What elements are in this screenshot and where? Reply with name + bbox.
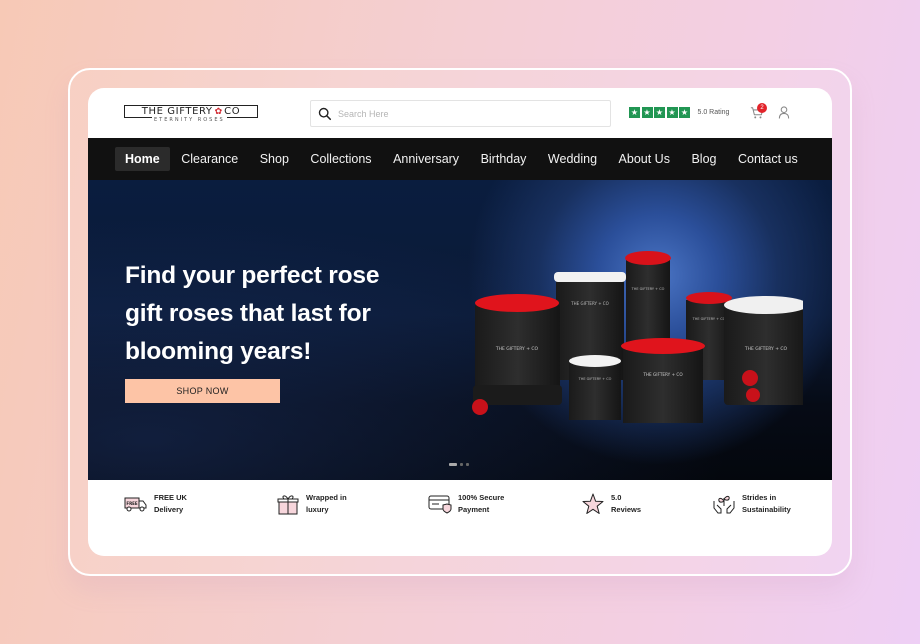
delivery-truck-icon: FREE [124, 497, 147, 512]
rose-gift-boxes-image: THE GIFTERY + CO THE GIFTERY + CO THE GI… [472, 251, 803, 423]
logo-tagline: ETERNITY ROSES [152, 117, 227, 123]
nav-item-contact-us[interactable]: Contact us [728, 147, 808, 171]
trustpilot-rating[interactable]: ★ ★ ★ ★ ★ 5.0 Rating [629, 107, 729, 118]
feature-line: Wrapped in [306, 493, 347, 502]
feature-line: FREE UK [154, 493, 187, 502]
feature-reviews: 5.0 Reviews [581, 492, 641, 516]
feature-free-delivery: FREE FREE UK Delivery [124, 492, 187, 516]
rating-star-icon: ★ [666, 107, 678, 118]
carousel-dots [449, 463, 469, 466]
hero-title-line: blooming years! [125, 338, 312, 365]
user-icon[interactable] [778, 106, 790, 119]
search-bar[interactable] [310, 100, 611, 127]
feature-line: 5.0 [611, 493, 622, 502]
svg-text:FREE: FREE [126, 501, 138, 506]
sustainability-hands-icon [713, 495, 735, 514]
star-icon [582, 493, 604, 514]
features-bar: FREE FREE UK Delivery Wrapped in luxury [88, 480, 832, 530]
rose [742, 370, 758, 386]
product-box: THE GIFTERY + CO [473, 294, 562, 405]
rating-star-icon: ★ [629, 107, 640, 118]
feature-line: luxury [306, 505, 329, 514]
nav-item-blog[interactable]: Blog [681, 147, 726, 171]
rating-star-icon: ★ [679, 107, 690, 118]
hero-title-line: Find your perfect rose [125, 262, 380, 289]
svg-text:THE GIFTERY + CO: THE GIFTERY + CO [631, 287, 665, 291]
nav-item-birthday[interactable]: Birthday [471, 147, 537, 171]
feature-line: Delivery [154, 505, 184, 514]
search-icon[interactable] [318, 107, 332, 121]
site-header: THE GIFTERY ✿ CO ETERNITY ROSES ★ ★ ★ ★ … [88, 88, 832, 138]
logo-rose-icon: ✿ [214, 106, 223, 116]
search-input[interactable] [338, 108, 598, 119]
nav-item-home[interactable]: Home [115, 147, 170, 171]
svg-text:THE GIFTERY + CO: THE GIFTERY + CO [744, 346, 788, 352]
svg-text:THE GIFTERY + CO: THE GIFTERY + CO [495, 346, 539, 352]
feature-line: Payment [458, 505, 490, 514]
webpage: THE GIFTERY ✿ CO ETERNITY ROSES ★ ★ ★ ★ … [88, 88, 832, 556]
feature-line: Strides in [742, 493, 777, 502]
rating-label: 5.0 Rating [697, 109, 730, 116]
feature-line: Reviews [611, 505, 642, 514]
feature-line: Sustainability [742, 505, 791, 514]
product-box: THE GIFTERY + CO [724, 296, 803, 405]
svg-text:THE GIFTERY + CO: THE GIFTERY + CO [642, 372, 683, 377]
svg-text:THE GIFTERY + CO: THE GIFTERY + CO [570, 301, 609, 306]
nav-item-about-us[interactable]: About Us [609, 147, 680, 171]
feature-secure-payment: 100% Secure Payment [428, 492, 504, 516]
carousel-dot-2[interactable] [460, 463, 463, 466]
rose [472, 399, 488, 415]
product-box: THE GIFTERY + CO [621, 338, 705, 423]
nav-item-wedding[interactable]: Wedding [538, 147, 607, 171]
product-box: THE GIFTERY + CO [569, 355, 621, 420]
nav-item-shop[interactable]: Shop [250, 147, 299, 171]
hero-title: Find your perfect rose gift roses that l… [125, 257, 445, 371]
nav-item-anniversary[interactable]: Anniversary [383, 147, 469, 171]
carousel-dot-1[interactable] [449, 463, 457, 466]
main-nav: Home Clearance Shop Collections Annivers… [88, 138, 832, 180]
hero-title-line: gift roses that last for [125, 300, 371, 327]
rating-star-icon: ★ [641, 107, 653, 118]
nav-item-clearance[interactable]: Clearance [171, 147, 248, 171]
hero-banner: Find your perfect rose gift roses that l… [88, 180, 832, 480]
gift-icon [277, 495, 299, 515]
cart-count-badge: 2 [757, 103, 767, 113]
carousel-dot-3[interactable] [466, 463, 469, 466]
shop-now-button[interactable]: SHOP NOW [125, 379, 280, 403]
feature-line: 100% Secure [458, 493, 505, 502]
logo-name: THE GIFTERY [141, 105, 213, 117]
nav-item-collections[interactable]: Collections [300, 147, 381, 171]
secure-card-icon [428, 495, 452, 514]
brand-logo[interactable]: THE GIFTERY ✿ CO ETERNITY ROSES [124, 105, 258, 123]
rating-star-icon: ★ [654, 107, 665, 118]
svg-text:THE GIFTERY + CO: THE GIFTERY + CO [578, 377, 612, 381]
feature-wrapped-luxury: Wrapped in luxury [276, 492, 347, 516]
feature-sustainability: Strides in Sustainability [712, 492, 791, 516]
logo-suffix: CO [224, 105, 241, 117]
svg-text:THE GIFTERY + CO: THE GIFTERY + CO [692, 317, 726, 321]
rose [746, 388, 760, 402]
